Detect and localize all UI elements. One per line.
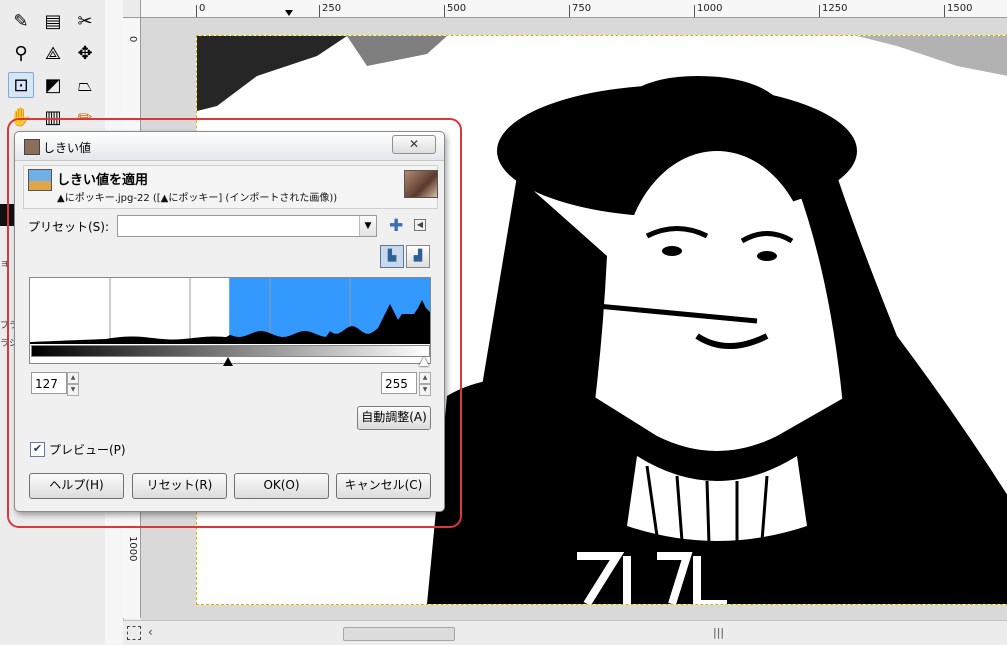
ruler-label-1500: 1500 [947,3,973,14]
horizontal-ruler[interactable]: 0 250 500 750 1000 1250 1500 [123,0,1007,18]
left-panel-text-1: ョ [0,259,10,269]
low-threshold-stepper[interactable]: ▲ ▼ [67,372,79,396]
align-tool-icon[interactable]: ⊡ [8,72,34,98]
threshold-dialog: しきい値 ✕ しきい値を適用 ▲にポッキー.jpg-22 ([▲にポッキー] (… [14,131,445,512]
preset-label: プリセット(S): [28,220,110,234]
cancel-button[interactable]: キャンセル(C) [336,473,431,499]
zoom-tool-icon[interactable]: ⚲ [8,40,34,66]
help-button[interactable]: ヘルプ(H) [29,473,124,499]
navigate-icon[interactable] [127,626,141,640]
horizontal-scrollbar[interactable]: ‹ ||| [123,620,1007,645]
stepper-up-icon[interactable]: ▲ [67,372,79,384]
image-thumbnail [404,170,438,198]
stepper-down-icon[interactable]: ▼ [67,384,79,396]
add-preset-icon[interactable]: ✚ [389,216,403,236]
stepper-down-icon[interactable]: ▼ [419,384,431,396]
stepper-up-icon[interactable]: ▲ [419,372,431,384]
preview-label[interactable]: プレビュー(P) [49,441,126,458]
preview-checkbox[interactable]: ✔ [30,442,45,457]
ruler-label-250: 250 [322,3,342,14]
ruler-corner-button[interactable] [123,0,141,18]
preset-menu-icon[interactable]: ◀ [414,219,426,231]
ruler-label-0: 0 [199,3,206,14]
dialog-titlebar[interactable]: しきい値 ✕ [15,132,444,161]
high-threshold-stepper[interactable]: ▲ ▼ [419,372,431,396]
dialog-close-button[interactable]: ✕ [392,135,436,154]
low-threshold-handle[interactable] [223,357,233,366]
ruler-label-500: 500 [447,3,467,14]
chevron-down-icon[interactable]: ▼ [359,216,376,236]
low-threshold-input[interactable]: 127 [31,372,67,394]
ruler-pointer-marker [285,10,293,16]
dialog-title: しきい値 [43,141,92,155]
threshold-icon [28,169,52,191]
preset-combobox[interactable]: ▼ [117,215,377,237]
vruler-label-1000: 1000 [127,536,138,562]
threshold-gradient-bar [31,345,430,357]
header-title: しきい値を適用 [57,173,149,188]
scroll-left-arrow-icon[interactable]: ‹ [148,625,153,639]
histogram-graph [30,278,430,344]
scale-tool-icon[interactable]: ◩ [40,72,66,98]
scroll-thumb[interactable] [343,627,455,641]
auto-button[interactable]: 自動調整(A) [357,406,431,430]
high-threshold-handle[interactable] [419,357,429,366]
vruler-label-0: 0 [127,36,138,43]
ok-button[interactable]: OK(O) [234,473,329,499]
scissors-tool-icon[interactable]: ✂ [72,8,98,34]
dialog-app-icon [24,139,40,155]
dialog-header: しきい値を適用 ▲にポッキー.jpg-22 ([▲にポッキー] (インポートされ… [23,165,438,209]
move-tool-icon[interactable]: ✥ [72,40,98,66]
perspective-tool-icon[interactable]: ⏢ [72,72,98,98]
high-threshold-input[interactable]: 255 [381,372,417,394]
blend-tool-icon[interactable]: ▥ [40,104,66,130]
ruler-label-750: 750 [572,3,592,14]
eyedropper-tool-icon[interactable]: ✎ [8,8,34,34]
pencil-tool-icon[interactable]: ✏ [72,104,98,130]
log-histogram-button[interactable]: ▟ [406,245,430,268]
smudge-tool-icon[interactable]: ✋ [8,104,34,130]
ruler-label-1000: 1000 [697,3,723,14]
linear-histogram-button[interactable]: ▙ [380,245,404,268]
reset-button[interactable]: リセット(R) [132,473,227,499]
header-subtitle: ▲にポッキー.jpg-22 ([▲にポッキー] (インポートされた画像)) [57,193,338,204]
color-select-tool-icon[interactable]: ▤ [40,8,66,34]
scroll-grip-icon: ||| [713,626,725,639]
measure-tool-icon[interactable]: ⟁ [40,40,66,66]
ruler-label-1250: 1250 [822,3,848,14]
